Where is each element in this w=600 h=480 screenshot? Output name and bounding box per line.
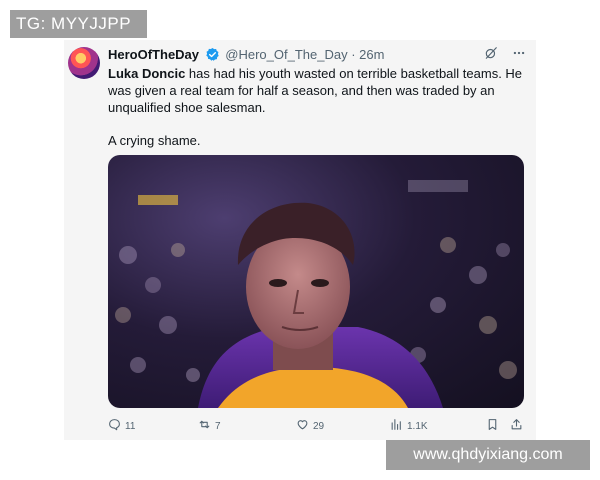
share-icon bbox=[510, 418, 523, 434]
timestamp[interactable]: 26m bbox=[359, 47, 384, 62]
tweet-action-bar: 11 7 29 1.1K bbox=[108, 418, 526, 436]
header-actions bbox=[484, 46, 526, 65]
tweet-card[interactable]: HeroOfTheDay @Hero_Of_The_Day · 26m Luka… bbox=[64, 40, 536, 440]
meta-separator: · bbox=[347, 47, 360, 62]
telegram-tag-overlay: TG: MYYJJPP bbox=[10, 10, 147, 38]
tweet-paragraph-1: Luka Doncic has had his youth wasted on … bbox=[108, 65, 528, 116]
reply-icon bbox=[108, 418, 121, 434]
tweet-media-image[interactable] bbox=[108, 155, 524, 408]
display-name[interactable]: HeroOfTheDay bbox=[108, 47, 199, 62]
avatar[interactable] bbox=[68, 47, 100, 79]
repost-count: 7 bbox=[215, 420, 221, 432]
views-count: 1.1K bbox=[407, 420, 428, 432]
user-handle[interactable]: @Hero_Of_The_Day bbox=[225, 47, 347, 62]
tweet-text: Luka Doncic has had his youth wasted on … bbox=[108, 65, 528, 149]
tweet-header: HeroOfTheDay @Hero_Of_The_Day · 26m bbox=[108, 47, 384, 66]
like-button[interactable]: 29 bbox=[296, 418, 324, 434]
tweet-paragraph-2: A crying shame. bbox=[108, 133, 201, 148]
reply-button[interactable]: 11 bbox=[108, 418, 135, 434]
website-watermark: www.qhdyixiang.com bbox=[386, 440, 590, 470]
share-button[interactable] bbox=[510, 418, 523, 434]
repost-button[interactable]: 7 bbox=[198, 418, 221, 434]
bookmark-button[interactable] bbox=[486, 418, 499, 434]
more-options-icon[interactable] bbox=[512, 46, 526, 65]
mentioned-name: Luka Doncic bbox=[108, 66, 186, 81]
bookmark-icon bbox=[486, 418, 499, 434]
repost-icon bbox=[198, 418, 211, 434]
views-chart-icon bbox=[390, 418, 403, 434]
grok-icon[interactable] bbox=[484, 46, 498, 65]
reply-count: 11 bbox=[125, 420, 136, 432]
verified-badge-icon bbox=[205, 47, 220, 66]
like-count: 29 bbox=[313, 420, 325, 432]
heart-icon bbox=[296, 418, 309, 434]
views-button[interactable]: 1.1K bbox=[390, 418, 428, 434]
